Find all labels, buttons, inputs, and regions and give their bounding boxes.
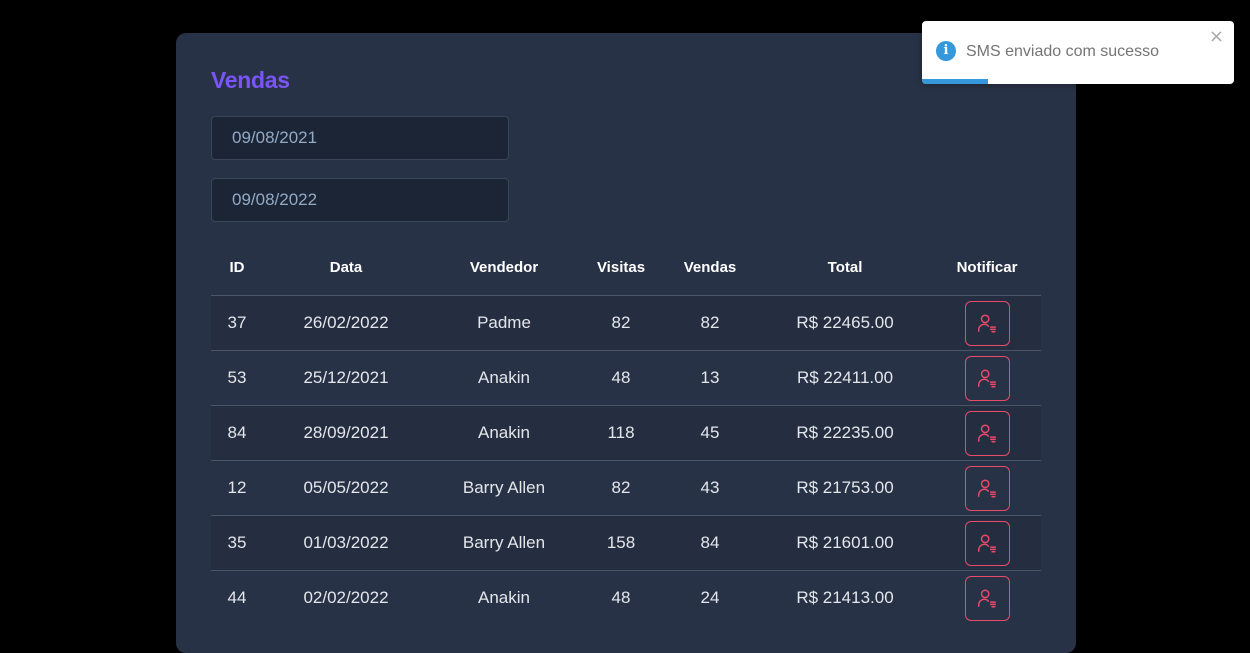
cell-id: 44: [211, 570, 263, 625]
cell-date: 02/02/2022: [263, 570, 429, 625]
cell-total: R$ 22411.00: [757, 350, 933, 406]
header-id: ID: [229, 259, 245, 276]
cell-notify: [933, 405, 1041, 461]
toast-message: SMS enviado com sucesso: [966, 43, 1159, 60]
cell-visits: 82: [579, 295, 663, 351]
table-row: 12 05/05/2022 Barry Allen 82 43 R$ 21753.00: [211, 460, 1041, 516]
cell-visits: 82: [579, 460, 663, 516]
cell-date: 05/05/2022: [263, 460, 429, 516]
toast-progress-bar: [922, 79, 988, 84]
sales-table: ID Data Vendedor Visitas Vendas Total No…: [211, 240, 1041, 625]
notify-button[interactable]: [964, 465, 1010, 511]
notify-button[interactable]: [964, 300, 1010, 346]
cell-notify: [933, 570, 1041, 625]
cell-date: 01/03/2022: [263, 515, 429, 571]
cell-date: 26/02/2022: [263, 295, 429, 351]
cell-seller: Barry Allen: [429, 515, 579, 571]
cell-date: 28/09/2021: [263, 405, 429, 461]
table-row: 37 26/02/2022 Padme 82 82 R$ 22465.00: [211, 295, 1041, 351]
cell-total: R$ 21601.00: [757, 515, 933, 571]
user-notify-icon: [978, 369, 996, 388]
cell-visits: 48: [579, 350, 663, 406]
cell-total: R$ 22465.00: [757, 295, 933, 351]
user-notify-icon: [978, 479, 996, 498]
cell-seller: Anakin: [429, 350, 579, 406]
notify-button[interactable]: [964, 355, 1010, 401]
cell-sales: 82: [663, 295, 757, 351]
table-row: 84 28/09/2021 Anakin 118 45 R$ 22235.00: [211, 405, 1041, 461]
cell-sales: 13: [663, 350, 757, 406]
table-header-row: ID Data Vendedor Visitas Vendas Total No…: [211, 240, 1041, 296]
cell-id: 37: [211, 295, 263, 351]
cell-notify: [933, 350, 1041, 406]
toast-notification: i SMS enviado com sucesso ×: [922, 21, 1234, 84]
header-seller: Vendedor: [469, 259, 539, 276]
cell-total: R$ 22235.00: [757, 405, 933, 461]
cell-visits: 48: [579, 570, 663, 625]
cell-sales: 45: [663, 405, 757, 461]
cell-id: 84: [211, 405, 263, 461]
sales-card: Vendas ID Data Vendedor Visitas Vendas T…: [176, 33, 1076, 653]
header-notify: Notificar: [956, 259, 1018, 276]
table-row: 53 25/12/2021 Anakin 48 13 R$ 22411.00: [211, 350, 1041, 406]
header-visits: Visitas: [596, 259, 646, 276]
notify-button[interactable]: [964, 520, 1010, 566]
header-date: Data: [329, 259, 363, 276]
page-title: Vendas: [211, 67, 290, 93]
user-notify-icon: [978, 589, 996, 608]
cell-id: 12: [211, 460, 263, 516]
cell-notify: [933, 295, 1041, 351]
notify-button[interactable]: [964, 575, 1010, 621]
cell-notify: [933, 515, 1041, 571]
cell-visits: 118: [579, 405, 663, 461]
user-notify-icon: [978, 314, 996, 333]
cell-sales: 84: [663, 515, 757, 571]
max-date-input[interactable]: [211, 178, 509, 222]
cell-seller: Padme: [429, 295, 579, 351]
cell-seller: Anakin: [429, 405, 579, 461]
cell-visits: 158: [579, 515, 663, 571]
min-date-input[interactable]: [211, 116, 509, 160]
user-notify-icon: [978, 424, 996, 443]
notify-button[interactable]: [964, 410, 1010, 456]
cell-notify: [933, 460, 1041, 516]
table-row: 35 01/03/2022 Barry Allen 158 84 R$ 21601.00: [211, 515, 1041, 571]
cell-id: 53: [211, 350, 263, 406]
cell-total: R$ 21413.00: [757, 570, 933, 625]
cell-total: R$ 21753.00: [757, 460, 933, 516]
table-row: 44 02/02/2022 Anakin 48 24 R$ 21413.00: [211, 570, 1041, 625]
info-icon: i: [936, 41, 956, 61]
cell-seller: Anakin: [429, 570, 579, 625]
cell-seller: Barry Allen: [429, 460, 579, 516]
cell-id: 35: [211, 515, 263, 571]
cell-sales: 43: [663, 460, 757, 516]
cell-sales: 24: [663, 570, 757, 625]
header-sales: Vendas: [683, 259, 737, 276]
cell-date: 25/12/2021: [263, 350, 429, 406]
close-icon[interactable]: ×: [1209, 26, 1224, 47]
user-notify-icon: [978, 534, 996, 553]
header-total: Total: [827, 259, 863, 276]
table-body: 37 26/02/2022 Padme 82 82 R$ 22465.00 53 25/12/…: [211, 295, 1041, 625]
